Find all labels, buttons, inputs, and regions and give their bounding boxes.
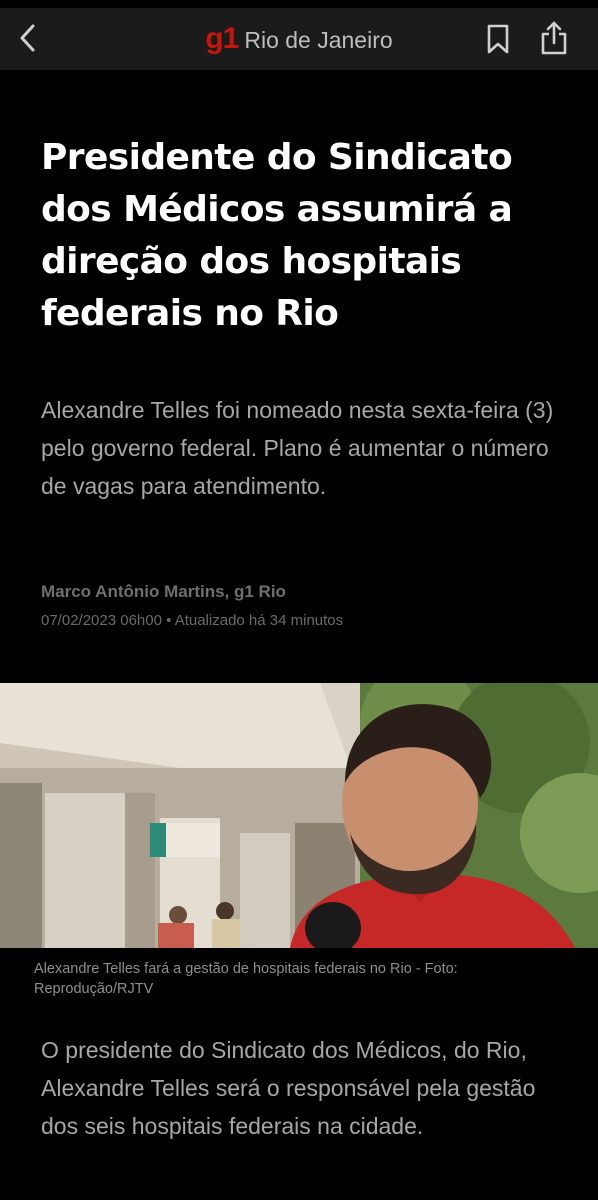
bookmark-button[interactable] bbox=[482, 21, 514, 57]
photo-illustration bbox=[0, 683, 598, 948]
article-subtitle: Alexandre Telles foi nomeado nesta sexta… bbox=[41, 397, 554, 499]
status-strip bbox=[0, 0, 598, 8]
article-body-paragraph: O presidente do Sindicato dos Médicos, d… bbox=[41, 1037, 536, 1139]
back-button[interactable] bbox=[12, 20, 44, 56]
article-photo[interactable] bbox=[0, 683, 598, 948]
top-navigation-bar: g1 Rio de Janeiro bbox=[0, 8, 598, 70]
share-icon bbox=[541, 21, 567, 55]
article-dateline: 07/02/2023 06h00 • Atualizado há 34 minu… bbox=[41, 612, 344, 626]
g1-logo: g1 bbox=[205, 22, 239, 55]
article-headline: Presidente do Sindicato dos Médicos assu… bbox=[41, 137, 513, 334]
section-name: Rio de Janeiro bbox=[244, 27, 393, 53]
share-button[interactable] bbox=[536, 18, 572, 58]
dateline-container: 07/02/2023 06h00 • Atualizado há 34 minu… bbox=[41, 611, 561, 626]
photo-caption: Alexandre Telles fará a gestão de hospit… bbox=[34, 961, 458, 997]
article-author[interactable]: Marco Antônio Martins, g1 Rio bbox=[41, 582, 561, 602]
bookmark-icon bbox=[487, 24, 509, 54]
chevron-left-icon bbox=[20, 24, 35, 52]
brand[interactable]: g1 Rio de Janeiro bbox=[205, 24, 392, 54]
